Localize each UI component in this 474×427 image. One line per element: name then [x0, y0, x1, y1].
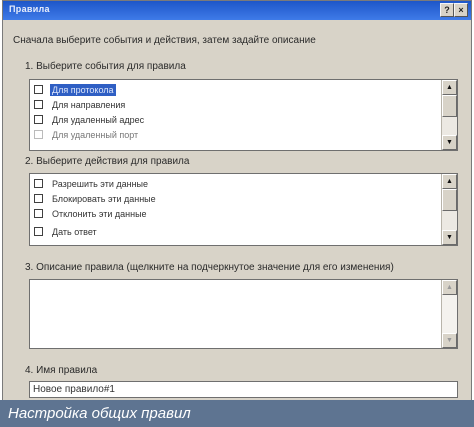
action-item-label: Блокировать эти данные	[52, 194, 156, 204]
event-direction-checkbox[interactable]	[34, 100, 43, 109]
actions-section-label: 2. Выберите действия для правила	[25, 156, 190, 167]
actions-list[interactable]: Разрешить эти данные Блокировать эти дан…	[29, 173, 458, 246]
instruction-text: Сначала выберите события и действия, зат…	[13, 35, 316, 46]
scroll-down-arrow-icon[interactable]: ▼	[442, 230, 457, 245]
action-reject-checkbox[interactable]	[34, 209, 43, 218]
action-item-label: Разрешить эти данные	[52, 179, 149, 189]
events-section-label: 1. Выберите события для правила	[25, 61, 186, 72]
close-button[interactable]: ×	[454, 3, 468, 17]
event-item-label: Для протокола	[50, 84, 116, 96]
rules-dialog: Правила ? × Сначала выберите события и д…	[2, 0, 472, 427]
event-item-label: Для удаленный порт	[52, 130, 139, 140]
scroll-thumb[interactable]	[442, 189, 457, 211]
name-section-label: 4. Имя правила	[25, 365, 98, 376]
event-item-label: Для удаленный адрес	[52, 115, 145, 125]
action-item-label: Отклонить эти данные	[52, 209, 147, 219]
action-report-checkbox[interactable]	[34, 227, 43, 236]
description-scrollbar[interactable]: ▲ ▼	[441, 280, 457, 348]
figure-caption: Настройка общих правил	[0, 400, 474, 427]
rule-name-value: Новое правило#1	[33, 384, 115, 395]
action-allow-checkbox[interactable]	[34, 179, 43, 188]
event-remote-port-checkbox[interactable]	[34, 130, 43, 139]
scroll-thumb[interactable]	[442, 95, 457, 117]
scroll-down-arrow-icon[interactable]: ▼	[442, 333, 457, 348]
scroll-up-arrow-icon[interactable]: ▲	[442, 174, 457, 189]
event-protocol-checkbox[interactable]	[34, 85, 43, 94]
events-scrollbar[interactable]: ▲ ▼	[441, 80, 457, 150]
description-section-label: 3. Описание правила (щелкните на подчерк…	[25, 262, 394, 273]
scroll-up-arrow-icon[interactable]: ▲	[442, 80, 457, 95]
event-remote-address-checkbox[interactable]	[34, 115, 43, 124]
help-button[interactable]: ?	[440, 3, 454, 17]
scroll-up-arrow-icon[interactable]: ▲	[442, 280, 457, 295]
window-title: Правила	[9, 4, 50, 14]
events-list[interactable]: Для протокола Для направления Для удален…	[29, 79, 458, 151]
scroll-down-arrow-icon[interactable]: ▼	[442, 135, 457, 150]
title-bar[interactable]: Правила ? ×	[3, 1, 471, 20]
rule-name-input[interactable]: Новое правило#1	[29, 381, 458, 398]
action-block-checkbox[interactable]	[34, 194, 43, 203]
event-item-label: Для направления	[52, 100, 126, 110]
actions-scrollbar[interactable]: ▲ ▼	[441, 174, 457, 245]
action-item-label: Дать ответ	[52, 227, 97, 237]
description-area[interactable]: ▲ ▼	[29, 279, 458, 349]
